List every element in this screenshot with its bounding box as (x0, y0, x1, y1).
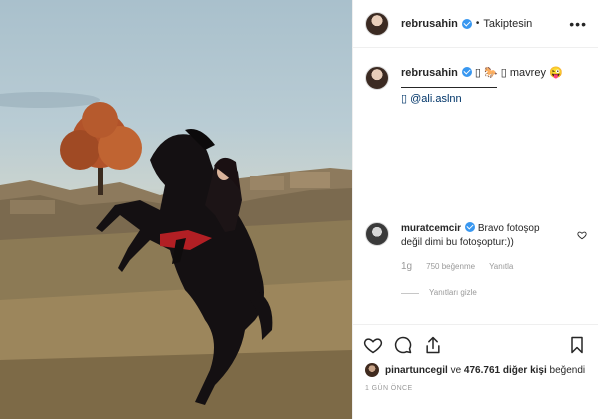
post-side-panel: rebrusahin • Takiptesin ••• rebrusahin ▯… (352, 0, 598, 419)
post-photo[interactable] (0, 0, 352, 419)
comment-time: 1g (401, 261, 413, 272)
hide-replies-toggle[interactable]: Yanıtları gizle (401, 286, 561, 300)
verified-icon (461, 18, 472, 29)
share-icon[interactable] (423, 335, 443, 355)
caption-mention[interactable]: ▯ @ali.aslnn (401, 92, 563, 107)
comment-meta: 1g 750 beğenme Yanıtla (401, 260, 561, 274)
comment-reply-button[interactable]: Yanıtla (489, 260, 513, 274)
liker-avatar[interactable] (365, 363, 379, 377)
hide-replies-label: Yanıtları gizle (429, 288, 477, 297)
likes-count-link[interactable]: 476.761 diğer kişi (464, 365, 547, 376)
bookmark-icon[interactable] (567, 335, 587, 355)
action-icons (353, 325, 598, 355)
post-timestamp: 1 GÜN ÖNCE (365, 385, 413, 392)
comment-item: muratcemcir Bravo fotoşop değil dimi bu … (365, 222, 587, 300)
comment-icon[interactable] (393, 335, 413, 355)
post-actions: pinartuncegil ve 476.761 diğer kişi beğe… (353, 324, 598, 418)
more-icon[interactable]: ••• (569, 16, 587, 32)
commenter-avatar[interactable] (365, 222, 389, 246)
likes-suffix: beğendi (546, 364, 586, 376)
author-avatar[interactable] (365, 11, 389, 36)
comment-likes-link[interactable]: 750 beğenme (426, 260, 475, 274)
follow-state-button[interactable]: Takiptesin (483, 18, 532, 30)
verified-icon (461, 67, 472, 77)
comment-like-heart-icon[interactable] (577, 230, 587, 240)
likes-summary: pinartuncegil ve 476.761 diğer kişi beğe… (353, 355, 598, 377)
verified-icon (465, 222, 476, 232)
replies-divider (401, 292, 419, 294)
heart-icon[interactable] (363, 335, 383, 355)
commenter-username[interactable]: muratcemcir (401, 223, 461, 234)
caption-divider (401, 87, 497, 88)
post-header: rebrusahin • Takiptesin ••• (353, 0, 598, 48)
caption-username[interactable]: rebrusahin (401, 67, 458, 79)
header-separator: • (475, 18, 480, 29)
photo-illustration (0, 92, 352, 419)
caption-text: ▯ 🐎 ▯ mavrey 😜 (474, 67, 563, 79)
likes-conjunction: ve (447, 364, 464, 376)
post-caption: rebrusahin ▯ 🐎 ▯ mavrey 😜 ▯ @ali.aslnn (365, 66, 587, 107)
comment-body: muratcemcir Bravo fotoşop değil dimi bu … (401, 222, 561, 300)
caption-body: rebrusahin ▯ 🐎 ▯ mavrey 😜 ▯ @ali.aslnn (401, 66, 563, 107)
caption-avatar[interactable] (365, 66, 389, 90)
author-username[interactable]: rebrusahin (401, 18, 458, 30)
liker-username[interactable]: pinartuncegil (385, 365, 448, 376)
